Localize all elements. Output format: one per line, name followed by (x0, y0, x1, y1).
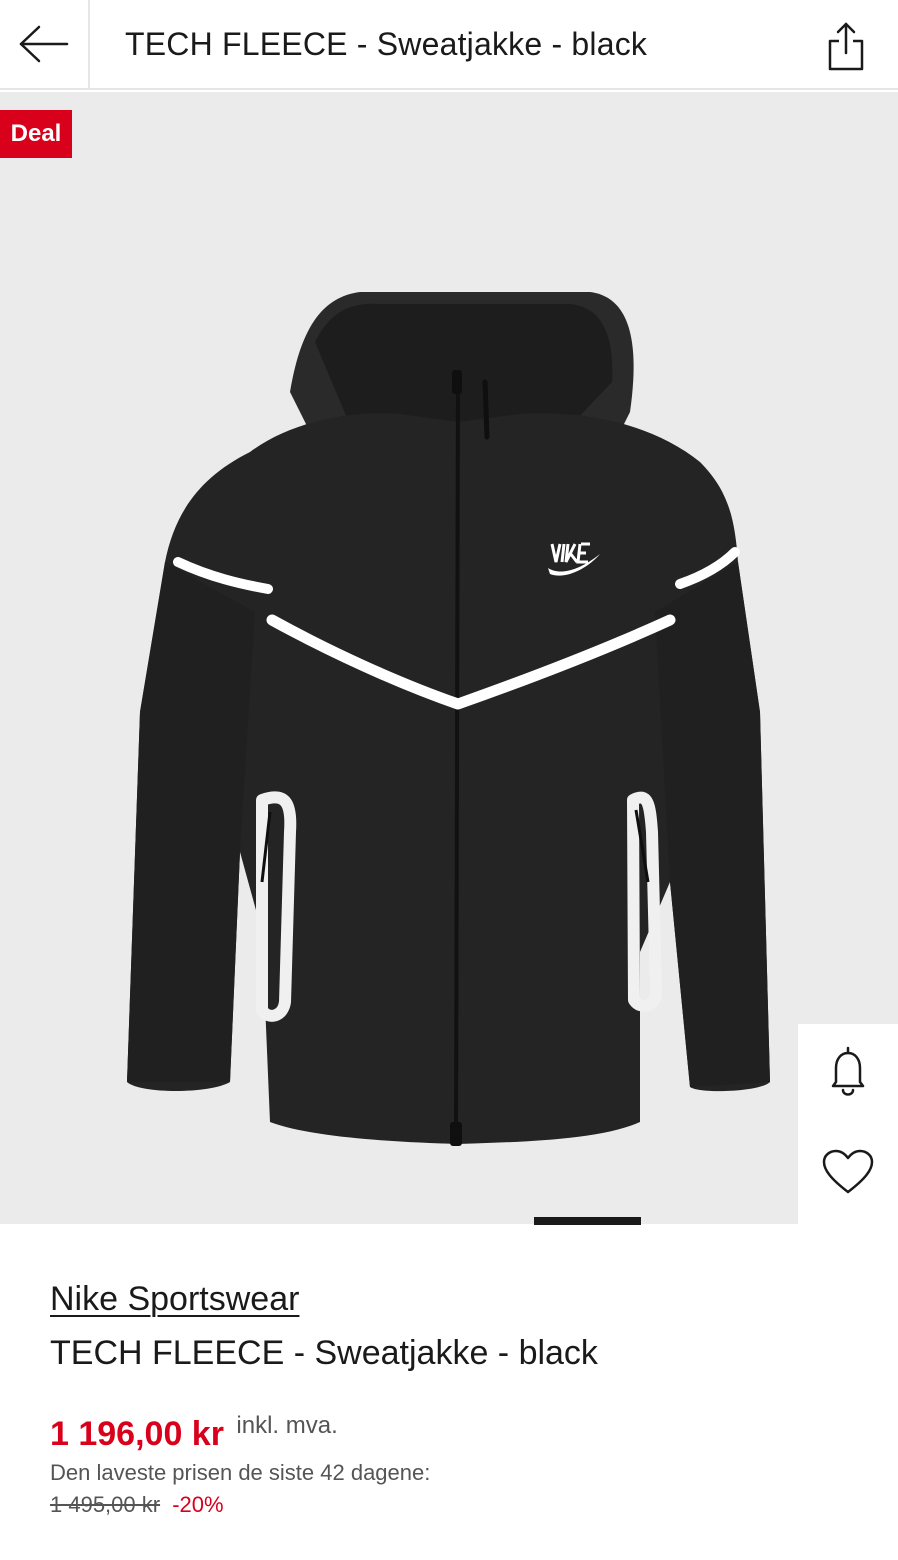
old-price-row: 1 495,00 kr -20% (50, 1492, 224, 1518)
gallery-slide-indicator (534, 1217, 641, 1225)
old-price: 1 495,00 kr (50, 1492, 161, 1517)
discount-badge: -20% (172, 1492, 224, 1517)
back-button[interactable] (0, 0, 90, 88)
lowest-price-label: Den laveste prisen de siste 42 dagene: (50, 1460, 431, 1485)
brand-link[interactable]: Nike Sportswear (50, 1280, 299, 1319)
deal-badge: Deal (0, 110, 72, 158)
side-actions (798, 1024, 898, 1224)
price-row: 1 196,00 kr inkl. mva. (50, 1412, 338, 1454)
product-name: TECH FLEECE - Sweatjakke - black (50, 1334, 598, 1372)
heart-icon (822, 1149, 874, 1194)
top-bar: TECH FLEECE - Sweatjakke - black (0, 0, 898, 90)
current-price: 1 196,00 kr (50, 1415, 224, 1453)
share-button[interactable] (816, 14, 876, 78)
product-gallery[interactable]: Deal (0, 92, 898, 1224)
bell-icon (831, 1046, 865, 1096)
vat-note: inkl. mva. (236, 1412, 338, 1439)
product-image[interactable] (0, 92, 898, 1224)
wishlist-button[interactable] (798, 1124, 898, 1220)
notify-button[interactable] (798, 1024, 898, 1120)
page-title: TECH FLEECE - Sweatjakke - black (125, 26, 648, 62)
arrow-left-icon (19, 25, 69, 63)
share-icon (828, 22, 864, 71)
